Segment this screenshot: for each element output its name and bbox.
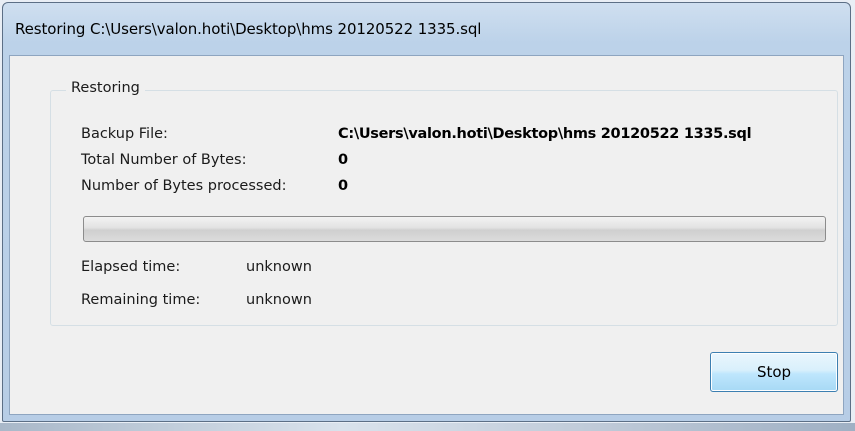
group-box-title: Restoring — [66, 80, 145, 96]
backup-file-label: Backup File: — [81, 126, 168, 142]
window-title: Restoring C:\Users\valon.hoti\Desktop\hm… — [15, 20, 482, 38]
dialog-client-area: Restoring Backup File: C:\Users\valon.ho… — [9, 55, 844, 415]
total-bytes-label: Total Number of Bytes: — [81, 152, 247, 168]
stop-button[interactable]: Stop — [710, 352, 838, 392]
title-bar[interactable]: Restoring C:\Users\valon.hoti\Desktop\hm… — [3, 3, 850, 55]
total-bytes-value: 0 — [338, 152, 348, 168]
restore-dialog-window: Restoring C:\Users\valon.hoti\Desktop\hm… — [2, 2, 851, 422]
restore-progress-bar — [83, 216, 826, 242]
elapsed-time-value: unknown — [246, 259, 312, 275]
elapsed-time-label: Elapsed time: — [81, 259, 181, 275]
remaining-time-value: unknown — [246, 292, 312, 308]
bytes-processed-value: 0 — [338, 178, 348, 194]
bytes-processed-label: Number of Bytes processed: — [81, 178, 287, 194]
remaining-time-label: Remaining time: — [81, 292, 201, 308]
backup-file-value: C:\Users\valon.hoti\Desktop\hms 20120522… — [338, 126, 752, 142]
desktop-background-strip — [0, 423, 855, 431]
